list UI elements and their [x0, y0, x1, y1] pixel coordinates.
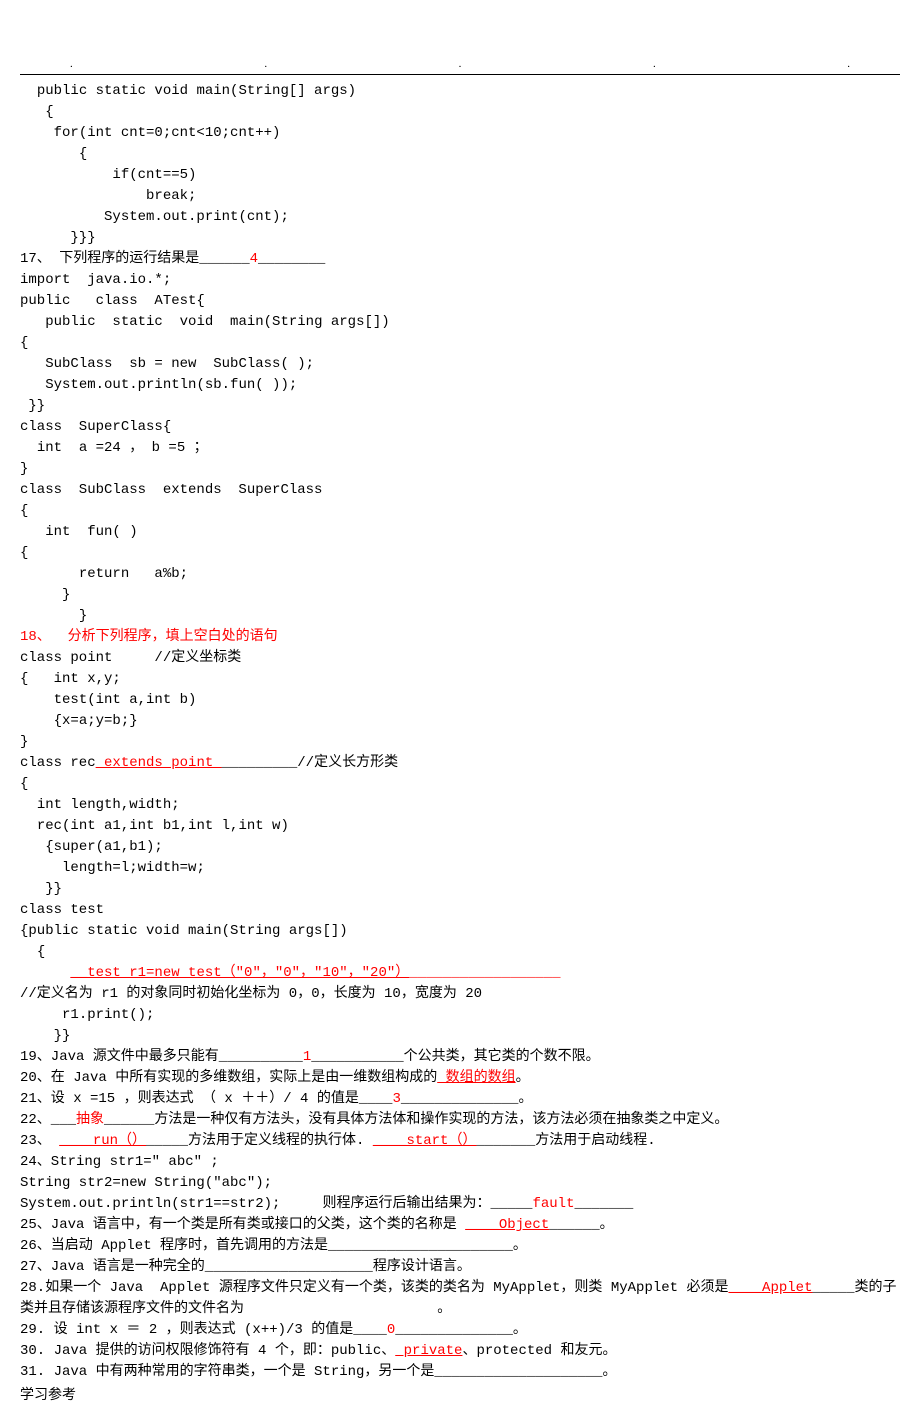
code-block-2-line: } — [20, 606, 900, 627]
class-rec-line: class rec extends point _________//定义长方形… — [20, 753, 900, 774]
dot: . — [847, 56, 850, 73]
answer-23b: ____start（） — [373, 1133, 477, 1149]
question-24-line: 24、String str1=" abc" ; — [20, 1152, 900, 1173]
question-26: 26、当启动 Applet 程序时，首先调用的方法是______________… — [20, 1236, 900, 1257]
code-block-3c-line: r1.print(); — [20, 1005, 900, 1026]
answer-28: ____Applet — [728, 1280, 812, 1296]
code-block-2-line: { — [20, 501, 900, 522]
answer-29: 0 — [387, 1322, 395, 1338]
question-19: 19、Java 源文件中最多只能有__________1___________个… — [20, 1047, 900, 1068]
code-block-2-line: }} — [20, 396, 900, 417]
answer-19: 1 — [303, 1049, 311, 1065]
code-block-2-line: } — [20, 585, 900, 606]
code-block-3c-line: }} — [20, 1026, 900, 1047]
question-30: 30. Java 提供的访问权限修饰符有 4 个，即：public、 priva… — [20, 1341, 900, 1362]
code-block-2-line: public static void main(String args[]) — [20, 312, 900, 333]
answer-17: 4 — [250, 251, 258, 267]
code-block-2-line: import java.io.*; — [20, 270, 900, 291]
code-block-1-line: { — [20, 144, 900, 165]
answer-23a: ____run（） — [59, 1133, 146, 1149]
code-block-1-line: if(cnt==5) — [20, 165, 900, 186]
question-17: 17、 下列程序的运行结果是______4________ — [20, 249, 900, 270]
code-block-3b-line: { — [20, 774, 900, 795]
code-block-3a-line: {x=a;y=b;} — [20, 711, 900, 732]
question-27: 27、Java 语言是一种完全的____________________程序设计… — [20, 1257, 900, 1278]
dot: . — [459, 56, 462, 73]
question-24-line: String str2=new String("abc"); — [20, 1173, 900, 1194]
answer-25: ____Object — [465, 1217, 549, 1233]
question-23: 23、 ____run（）_____方法用于定义线程的执行体. ____star… — [20, 1131, 900, 1152]
code-block-2-line: class SubClass extends SuperClass — [20, 480, 900, 501]
answer-extends: extends point — [96, 755, 222, 771]
code-block-2-line: } — [20, 459, 900, 480]
dot: . — [264, 56, 267, 73]
answer-30: private — [395, 1343, 462, 1359]
code-block-3b-line: class test — [20, 900, 900, 921]
code-block-1-line: break; — [20, 186, 900, 207]
code-block-2-line: int fun( ) — [20, 522, 900, 543]
question-31: 31. Java 中有两种常用的字符串类，一个是 String，另一个是____… — [20, 1362, 900, 1383]
test-new-line: __test r1=new test（"0"，"0"，"10"，"20"）___… — [20, 963, 900, 984]
code-block-2-line: System.out.println(sb.fun( )); — [20, 375, 900, 396]
document-page: . . . . . public static void main(String… — [0, 0, 920, 1426]
header-rule: . . . . . — [20, 20, 900, 75]
dot: . — [653, 56, 656, 73]
question-18: 18、 分析下列程序，填上空白处的语句 — [20, 627, 900, 648]
code-block-3a-line: test(int a,int b) — [20, 690, 900, 711]
code-block-1-line: System.out.print(cnt); — [20, 207, 900, 228]
answer-test-new: __test r1=new test（"0"，"0"，"10"，"20"） — [70, 965, 409, 981]
answer-21: 3 — [392, 1091, 400, 1107]
code-block-1-line: }}} — [20, 228, 900, 249]
code-block-3b-line: rec(int a1,int b1,int l,int w) — [20, 816, 900, 837]
question-25: 25、Java 语言中，有一个类是所有类或接口的父类，这个类的名称是 ____O… — [20, 1215, 900, 1236]
code-block-1-line: public static void main(String[] args) — [20, 81, 900, 102]
code-block-2-line: class SuperClass{ — [20, 417, 900, 438]
answer-22: 抽象 — [76, 1112, 104, 1128]
question-29: 29. 设 int x ＝ 2 ，则表达式 (x++)/3 的值是____0__… — [20, 1320, 900, 1341]
question-20: 20、在 Java 中所有实现的多维数组，实际上是由一维数组构成的 数组的数组。 — [20, 1068, 900, 1089]
code-block-2-line: { — [20, 333, 900, 354]
question-24-result: System.out.println(str1==str2); 则程序运行后输出… — [20, 1194, 900, 1215]
code-block-3a-line: class point //定义坐标类 — [20, 648, 900, 669]
answer-24: fault — [532, 1196, 574, 1212]
code-block-3a-line: { int x,y; — [20, 669, 900, 690]
code-block-2-line: { — [20, 543, 900, 564]
answer-20: 数组的数组 — [437, 1070, 515, 1086]
code-block-2-line: public class ATest{ — [20, 291, 900, 312]
code-block-3a-line: } — [20, 732, 900, 753]
code-block-2-line: SubClass sb = new SubClass( ); — [20, 354, 900, 375]
question-21: 21、设 x =15 ，则表达式 （ x ＋＋）/ 4 的值是____3____… — [20, 1089, 900, 1110]
code-block-2-line: int a =24 ， b =5 ； — [20, 438, 900, 459]
code-block-3c-line: //定义名为 r1 的对象同时初始化坐标为 0，0，长度为 10，宽度为 20 — [20, 984, 900, 1005]
code-block-3b-line: length=l;width=w; — [20, 858, 900, 879]
code-block-1-line: { — [20, 102, 900, 123]
question-22: 22、___抽象______方法是一种仅有方法头，没有具体方法体和操作实现的方法… — [20, 1110, 900, 1131]
code-block-3b-line: {super(a1,b1); — [20, 837, 900, 858]
code-block-3b-line: int length,width; — [20, 795, 900, 816]
code-block-3b-line: }} — [20, 879, 900, 900]
footer-text: 学习参考 — [20, 1385, 900, 1406]
code-block-3b-line: {public static void main(String args[]) — [20, 921, 900, 942]
dot: . — [70, 56, 73, 73]
code-block-1-line: for(int cnt=0;cnt<10;cnt++) — [20, 123, 900, 144]
question-28: 28.如果一个 Java Applet 源程序文件只定义有一个类，该类的类名为 … — [20, 1278, 900, 1320]
code-block-2-line: return a%b; — [20, 564, 900, 585]
code-block-3b-line: { — [20, 942, 900, 963]
